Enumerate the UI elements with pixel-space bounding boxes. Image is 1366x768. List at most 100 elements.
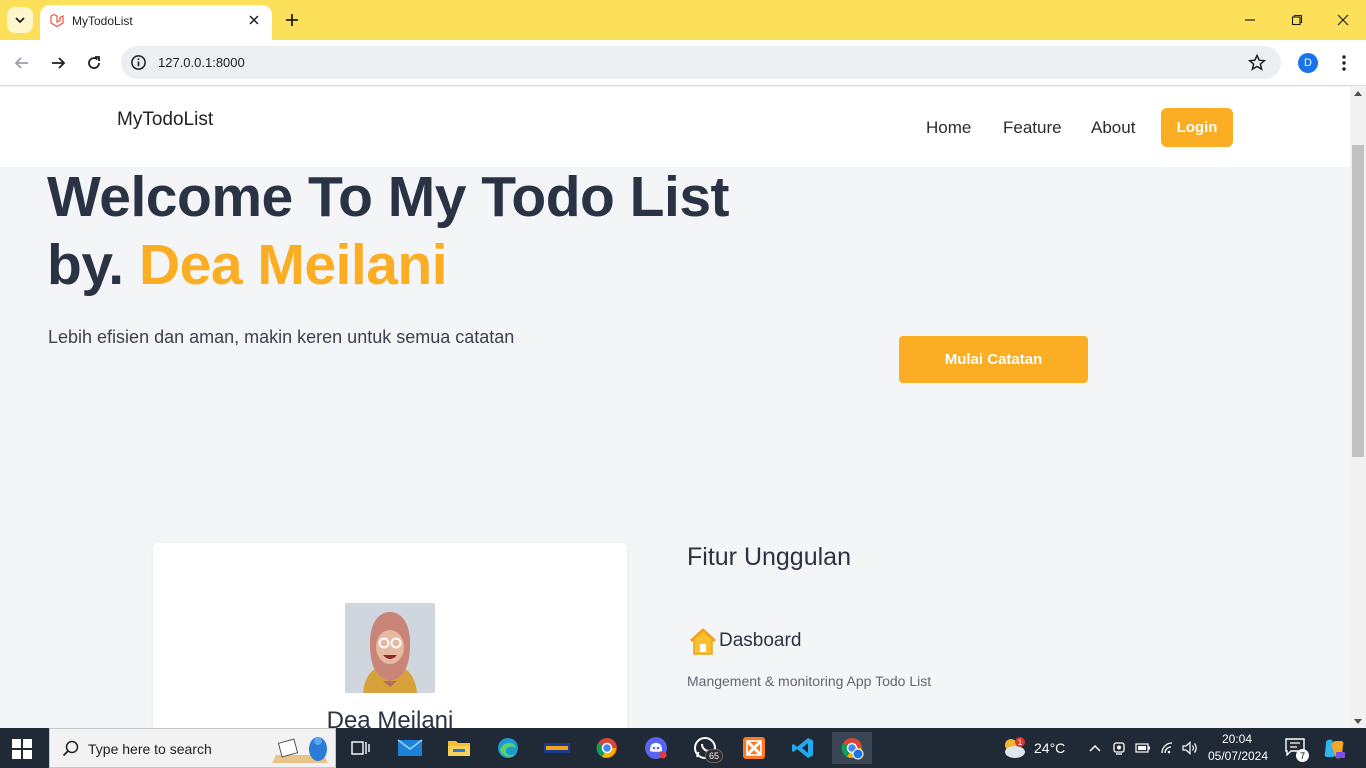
camera-icon xyxy=(1113,742,1125,755)
taskbar-task-view[interactable] xyxy=(340,732,380,764)
page-scrollbar[interactable] xyxy=(1350,87,1366,728)
xampp-icon xyxy=(743,737,765,759)
task-view-icon xyxy=(351,741,370,755)
memoji-avatar-icon xyxy=(345,603,435,693)
app-logo-icon xyxy=(544,743,570,753)
taskbar-search-placeholder: Type here to search xyxy=(88,741,212,757)
profile-name: Dea Meilani xyxy=(326,707,454,728)
taskbar-edge[interactable] xyxy=(488,732,528,764)
nav-link-feature[interactable]: Feature xyxy=(1003,118,1062,138)
folder-icon xyxy=(448,741,470,756)
whatsapp-unread-badge: 65 xyxy=(704,749,723,763)
forward-button[interactable] xyxy=(46,51,70,75)
taskbar-chrome-active[interactable] xyxy=(832,732,872,764)
profile-avatar[interactable]: D xyxy=(1298,53,1318,73)
tray-meet-now[interactable] xyxy=(1110,740,1128,756)
browser-tab-strip: MyTodoList xyxy=(0,0,1366,40)
chevron-down-icon xyxy=(15,17,25,24)
features-title: Fitur Unggulan xyxy=(687,543,851,571)
windows-taskbar: Type here to search 65 1 24°C 20:04 05/0… xyxy=(0,728,1366,768)
hero-subtitle: Lebih efisien dan aman, makin keren untu… xyxy=(48,327,515,347)
login-button[interactable]: Login xyxy=(1161,108,1233,147)
feature-item-name: Dasboard xyxy=(719,630,802,651)
weather-alert-count: 1 xyxy=(1018,738,1023,747)
clock-date[interactable]: 05/07/2024 xyxy=(1206,749,1270,763)
tab-search-button[interactable] xyxy=(7,7,33,33)
more-vertical-icon xyxy=(1342,55,1346,71)
edge-icon xyxy=(498,738,518,758)
taskbar-chrome[interactable] xyxy=(587,732,627,764)
notification-center-button[interactable]: 7 xyxy=(1285,738,1309,762)
bookmark-star-icon[interactable] xyxy=(1247,53,1267,73)
nav-link-home[interactable]: Home xyxy=(926,118,971,138)
minimize-button[interactable] xyxy=(1240,10,1260,30)
taskbar-whatsapp[interactable]: 65 xyxy=(685,732,725,764)
back-button[interactable] xyxy=(10,51,34,75)
house-icon xyxy=(689,628,717,655)
window-close-button[interactable] xyxy=(1333,10,1353,30)
page-viewport: MyTodoList Home Feature About Login Welc… xyxy=(0,87,1350,728)
vscode-icon xyxy=(792,738,813,758)
url-text[interactable]: 127.0.0.1:8000 xyxy=(158,55,245,70)
restore-icon xyxy=(1291,14,1303,26)
clock-time[interactable]: 20:04 xyxy=(1210,732,1264,746)
avatar xyxy=(345,603,435,693)
tray-volume[interactable] xyxy=(1181,740,1199,756)
plus-icon xyxy=(286,14,298,26)
scroll-up-arrow[interactable] xyxy=(1354,91,1362,96)
copilot-icon[interactable] xyxy=(1322,737,1346,761)
new-tab-button[interactable] xyxy=(282,10,302,30)
chevron-up-icon xyxy=(1089,744,1101,752)
scroll-down-arrow[interactable] xyxy=(1354,719,1362,724)
tray-overflow-button[interactable] xyxy=(1086,740,1104,756)
site-navbar: MyTodoList Home Feature About Login xyxy=(0,87,1350,167)
feature-item-description: Mangement & monitoring App Todo List xyxy=(687,673,932,689)
discord-icon xyxy=(645,737,667,759)
close-icon xyxy=(1337,14,1349,26)
chrome-icon xyxy=(596,738,617,758)
site-brand[interactable]: MyTodoList xyxy=(117,109,213,131)
search-highlight-illustration-icon xyxy=(272,737,328,763)
reload-icon xyxy=(88,56,100,69)
search-icon xyxy=(62,740,79,757)
taskbar-mail[interactable] xyxy=(390,732,430,764)
start-notes-button[interactable]: Mulai Catatan xyxy=(899,336,1088,383)
wifi-icon xyxy=(1161,742,1173,754)
arrow-right-icon xyxy=(52,57,66,69)
profile-card: Dea Meilani xyxy=(153,543,627,728)
site-info-icon[interactable] xyxy=(130,54,147,71)
hero-title-line2: by. Dea Meilani xyxy=(47,231,729,299)
reload-button[interactable] xyxy=(82,51,106,75)
close-icon xyxy=(249,15,259,25)
chrome-profile-icon xyxy=(841,738,864,760)
weather-icon[interactable]: 1 xyxy=(1000,736,1028,760)
battery-icon xyxy=(1135,743,1150,753)
taskbar-file-explorer[interactable] xyxy=(439,732,479,764)
restore-button[interactable] xyxy=(1287,10,1307,30)
tab-title: MyTodoList xyxy=(72,14,133,28)
taskbar-search-box[interactable]: Type here to search xyxy=(49,728,336,768)
browser-menu-button[interactable] xyxy=(1335,52,1353,74)
hero-title-prefix: by. xyxy=(47,233,124,297)
laravel-icon xyxy=(50,13,64,28)
address-bar[interactable]: 127.0.0.1:8000 xyxy=(121,46,1281,79)
browser-toolbar: 127.0.0.1:8000 D xyxy=(0,40,1366,86)
hero-title: Welcome To My Todo List by. Dea Meilani xyxy=(47,163,730,299)
windows-start-icon[interactable] xyxy=(12,739,32,759)
scrollbar-thumb[interactable] xyxy=(1352,145,1364,457)
nav-link-about[interactable]: About xyxy=(1091,118,1135,138)
browser-tab[interactable]: MyTodoList xyxy=(40,5,272,40)
tray-battery[interactable] xyxy=(1134,740,1152,756)
notification-count: 7 xyxy=(1296,749,1309,762)
tray-wifi[interactable] xyxy=(1158,740,1176,756)
temperature-text[interactable]: 24°C xyxy=(1034,740,1065,756)
minimize-icon xyxy=(1245,19,1255,21)
taskbar-xampp[interactable] xyxy=(734,732,774,764)
hero-title-name: Dea Meilani xyxy=(138,233,448,297)
taskbar-vscode[interactable] xyxy=(783,732,823,764)
hero-title-line1: Welcome To My Todo List xyxy=(47,165,730,229)
taskbar-app-logo[interactable] xyxy=(537,732,577,764)
taskbar-discord[interactable] xyxy=(636,732,676,764)
mail-icon xyxy=(397,739,423,756)
tab-close-button[interactable] xyxy=(245,11,263,29)
